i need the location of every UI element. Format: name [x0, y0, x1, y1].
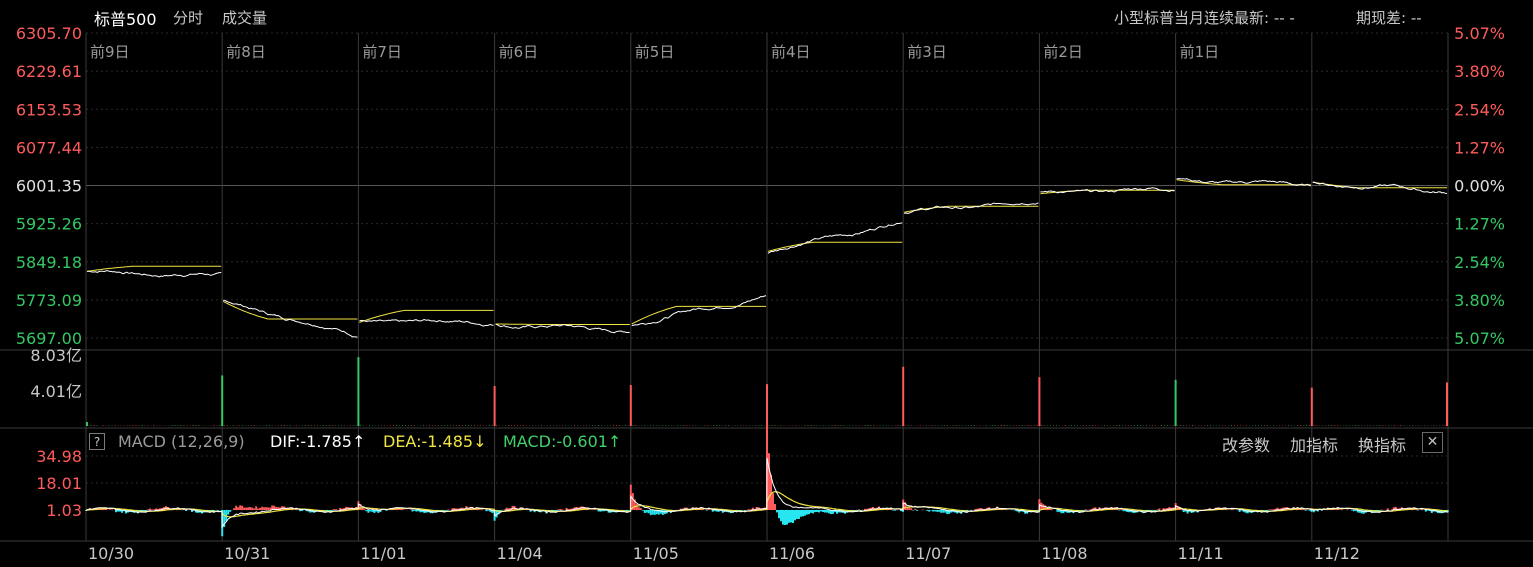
price-tick-label: 6153.53: [16, 100, 82, 119]
price-line: [495, 323, 630, 334]
price-line: [86, 270, 222, 278]
price-tick-label: 5925.26: [16, 215, 82, 234]
price-tick-label: 6305.70: [16, 24, 82, 43]
date-tick-label: 11/08: [1041, 544, 1087, 563]
percent-tick-label: 0.00%: [1454, 177, 1505, 196]
day-label: 前5日: [635, 43, 675, 61]
price-line: [359, 319, 494, 327]
dif-value: DIF:-1.785↑: [270, 432, 366, 451]
percent-tick-label: 2.54%: [1454, 100, 1505, 119]
volume-tick-label: 8.03亿: [30, 346, 82, 365]
avg-price-line: [767, 241, 903, 252]
date-tick-label: 11/01: [360, 544, 406, 563]
date-tick-label: 11/04: [497, 544, 543, 563]
help-icon[interactable]: ?: [89, 433, 105, 450]
macd-value: MACD:-0.601↑: [503, 432, 622, 451]
intraday-chart[interactable]: 6305.70 5.07% 6229.61 3.80% 6153.53 2.54% 6077…: [0, 0, 1533, 567]
volume-tick-label: 4.01亿: [30, 382, 82, 401]
macd-name: MACD (12,26,9): [118, 432, 245, 451]
percent-tick-label: 1.27%: [1454, 138, 1505, 157]
macd-header: ? MACD (12,26,9) DIF:-1.785↑ DEA:-1.485↓…: [86, 430, 1448, 456]
day-label: 前6日: [499, 43, 539, 61]
date-tick-label: 10/30: [88, 544, 134, 563]
day-label: 前8日: [226, 43, 266, 61]
percent-tick-label: 3.80%: [1454, 291, 1505, 310]
macd-tick-label: 34.98: [36, 447, 82, 466]
percent-tick-label: 5.07%: [1454, 24, 1505, 43]
macd-tick-label: 18.01: [36, 474, 82, 493]
percent-tick-label: 1.27%: [1454, 215, 1505, 234]
percent-tick-label: 5.07%: [1454, 329, 1505, 348]
price-tick-label: 6001.35: [16, 177, 82, 196]
date-tick-label: 10/31: [224, 544, 270, 563]
add-indicator-button[interactable]: 加指标: [1290, 432, 1338, 456]
change-params-button[interactable]: 改参数: [1222, 432, 1270, 456]
price-tick-label: 5773.09: [16, 291, 82, 310]
date-tick-label: 11/12: [1314, 544, 1360, 563]
dea-value: DEA:-1.485↓: [383, 432, 487, 451]
avg-price-line: [631, 305, 766, 325]
price-line: [767, 222, 903, 254]
day-label: 前7日: [362, 43, 402, 61]
price-line: [904, 202, 1039, 215]
percent-tick-label: 3.80%: [1454, 62, 1505, 81]
day-label: 前3日: [907, 43, 947, 61]
day-label: 前1日: [1180, 43, 1220, 61]
day-label: 前2日: [1043, 43, 1083, 61]
avg-price-line: [222, 300, 358, 320]
date-tick-label: 11/05: [633, 544, 679, 563]
date-tick-label: 11/06: [769, 544, 815, 563]
price-tick-label: 6077.44: [16, 138, 82, 157]
close-icon[interactable]: ✕: [1422, 432, 1443, 453]
macd-tick-label: 1.03: [46, 501, 82, 520]
day-label: 前9日: [90, 43, 130, 61]
date-tick-label: 11/11: [1178, 544, 1224, 563]
price-tick-label: 6229.61: [16, 62, 82, 81]
switch-indicator-button[interactable]: 换指标: [1358, 432, 1406, 456]
price-tick-label: 5849.18: [16, 253, 82, 272]
date-tick-label: 11/07: [905, 544, 951, 563]
percent-tick-label: 2.54%: [1454, 253, 1505, 272]
day-label: 前4日: [771, 43, 811, 61]
